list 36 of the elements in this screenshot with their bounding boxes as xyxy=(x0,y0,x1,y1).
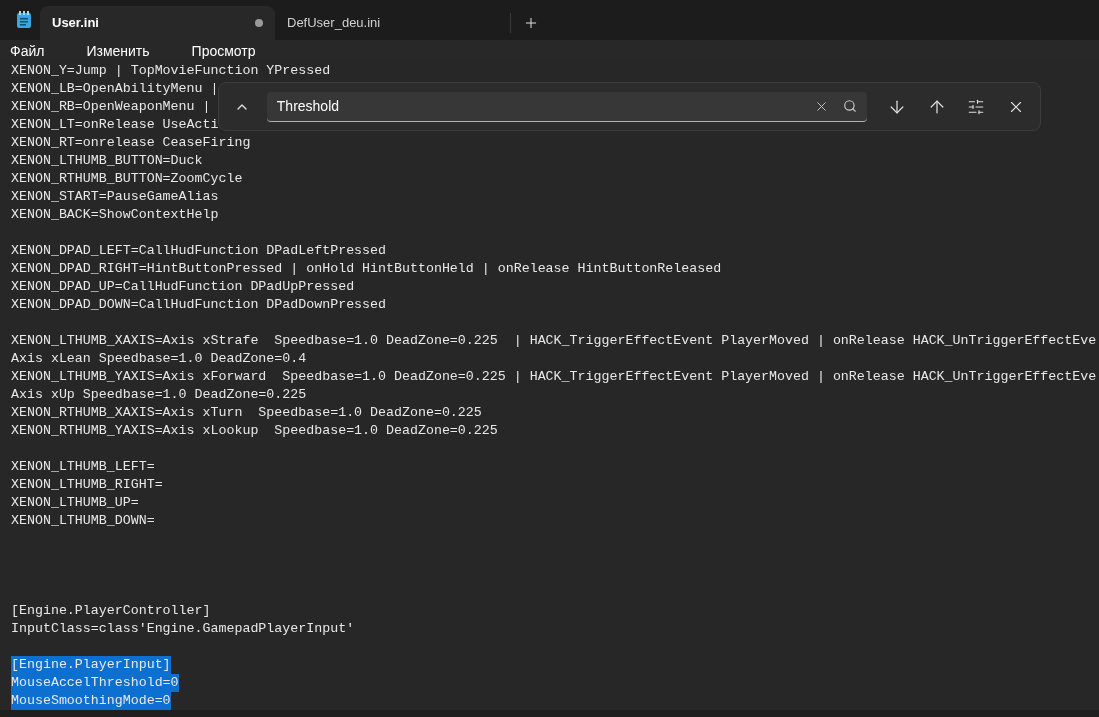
code-line: XENON_Y=Jump | TopMovieFunction YPressed xyxy=(11,62,331,80)
code-line: XENON_RB=OpenWeaponMenu | xyxy=(11,98,211,116)
code-line: XENON_LB=OpenAbilityMenu | xyxy=(11,80,219,98)
code-line: XENON_LTHUMB_XAXIS=Axis xStrafe Speedbase=1.0 DeadZone=0.225 | HACK_TriggerEffectEvent PlayerMoved | onRelease HACK_UnTriggerEffectEve xyxy=(11,332,1097,350)
code-line: XENON_LTHUMB_RIGHT= xyxy=(11,476,163,494)
file-tab[interactable]: DefUser_deu.ini xyxy=(275,6,510,40)
code-line: XENON_RTHUMB_BUTTON=ZoomCycle xyxy=(11,170,243,188)
code-line: XENON_LT=onRelease UseActi xyxy=(11,116,219,134)
file-tab[interactable]: User.ini xyxy=(40,6,275,40)
plus-icon xyxy=(523,15,539,31)
code-line: XENON_DPAD_DOWN=CallHudFunction DPadDownPressed xyxy=(11,296,387,314)
code-line: XENON_RTHUMB_XAXIS=Axis xTurn Speedbase=1.0 DeadZone=0.225 xyxy=(11,404,482,422)
notepad-icon[interactable] xyxy=(16,11,32,29)
code-line: XENON_LTHUMB_YAXIS=Axis xForward Speedbase=1.0 DeadZone=0.225 | HACK_TriggerEffectEvent PlayerMoved | onRelease HACK_UnTriggerEffectEve xyxy=(11,368,1097,386)
code-line: XENON_DPAD_LEFT=CallHudFunction DPadLeftPressed xyxy=(11,242,387,260)
menu-item[interactable]: Файл xyxy=(10,40,45,62)
search-field[interactable]: Threshold xyxy=(266,91,868,122)
code-line: [Engine.PlayerController] xyxy=(11,602,211,620)
code-line: XENON_LTHUMB_LEFT= xyxy=(11,458,155,476)
code-line: XENON_BACK=ShowContextHelp xyxy=(11,206,219,224)
code-line: XENON_LTHUMB_DOWN= xyxy=(11,512,155,530)
code-line: XENON_LTHUMB_UP= xyxy=(11,494,139,512)
code-line: InputClass=class'Engine.GamepadPlayerInput' xyxy=(11,620,355,638)
menu-item[interactable]: Просмотр xyxy=(191,40,256,62)
sliders-icon xyxy=(967,97,986,116)
code-line: Axis xUp Speedbase=1.0 DeadZone=0.225 xyxy=(11,386,307,404)
code-line: XENON_START=PauseGameAlias xyxy=(11,188,219,206)
code-line: XENON_RT=onrelease CeaseFiring xyxy=(11,134,251,152)
code-line: XENON_RTHUMB_YAXIS=Axis xLookup Speedbase=1.0 DeadZone=0.225 xyxy=(11,422,498,440)
code-line: Axis xLean Speedbase=1.0 DeadZone=0.4 xyxy=(11,350,307,368)
code-line: XENON_DPAD_UP=CallHudFunction DPadUpPressed xyxy=(11,278,355,296)
code-line: XENON_DPAD_RIGHT=HintButtonPressed | onHold HintButtonHeld | onRelease HintButtonReleased xyxy=(11,260,722,278)
menu-item[interactable]: Изменить xyxy=(86,40,150,62)
search-icon[interactable] xyxy=(843,99,858,113)
code-line: XENON_LTHUMB_BUTTON=Duck xyxy=(11,152,203,170)
search-input[interactable]: Threshold xyxy=(276,95,815,117)
